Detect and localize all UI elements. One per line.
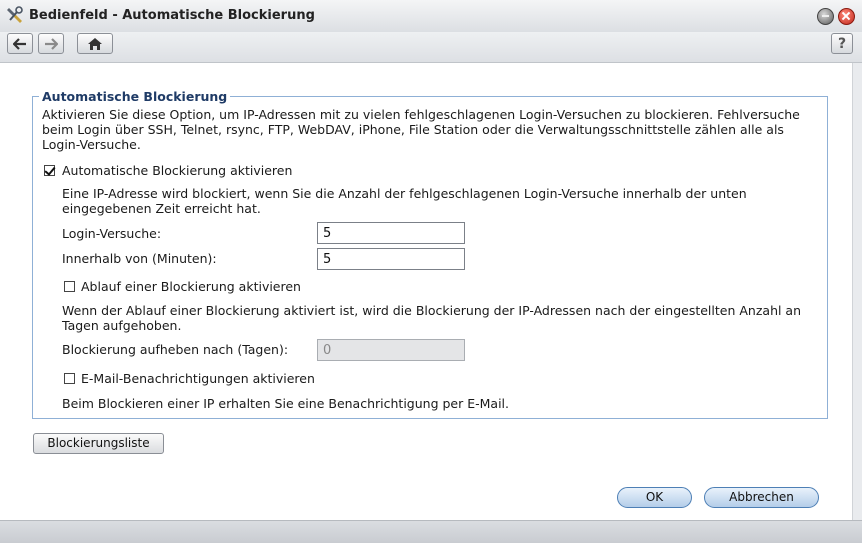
home-button[interactable] <box>77 33 113 54</box>
login-attempts-input[interactable] <box>317 222 465 244</box>
title-bar: Bedienfeld - Automatische Blockierung <box>0 0 862 33</box>
email-notify-checkbox[interactable] <box>64 373 75 384</box>
window-title: Bedienfeld - Automatische Blockierung <box>29 8 315 23</box>
cancel-button[interactable]: Abbrechen <box>704 487 819 508</box>
ok-button[interactable]: OK <box>617 487 692 508</box>
help-icon: ? <box>837 36 847 52</box>
home-icon <box>88 37 102 50</box>
enable-auto-block-checkbox[interactable] <box>44 165 55 176</box>
block-info-text: Eine IP-Adresse wird blockiert, wenn Sie… <box>62 186 747 216</box>
toolbar: ? <box>0 32 862 63</box>
expiry-info-text: Wenn der Ablauf einer Blockierung aktivi… <box>62 303 802 333</box>
control-panel-icon <box>6 6 24 24</box>
email-info-text: Beim Blockieren einer IP erhalten Sie ei… <box>62 396 509 411</box>
unblock-days-input[interactable] <box>317 339 465 361</box>
expiry-checkbox[interactable] <box>64 281 75 292</box>
enable-auto-block-label[interactable]: Automatische Blockierung aktivieren <box>62 163 292 178</box>
group-description: Aktivieren Sie diese Option, um IP-Adres… <box>42 107 800 152</box>
help-button[interactable]: ? <box>831 33 853 54</box>
arrow-left-icon <box>13 37 26 50</box>
dialog-window: Bedienfeld - Automatische Blockierung ? … <box>0 0 862 543</box>
blocklist-button[interactable]: Blockierungsliste <box>33 433 164 454</box>
unblock-days-label: Blockierung aufheben nach (Tagen): <box>62 342 289 357</box>
expiry-label[interactable]: Ablauf einer Blockierung aktivieren <box>81 279 301 294</box>
forward-button[interactable] <box>38 33 64 54</box>
within-minutes-label: Innerhalb von (Minuten): <box>62 251 217 266</box>
back-button[interactable] <box>7 33 33 54</box>
email-notify-label[interactable]: E-Mail-Benachrichtigungen aktivieren <box>81 371 315 386</box>
right-edge-strip <box>852 63 862 520</box>
minimize-icon[interactable] <box>817 8 834 25</box>
login-attempts-label: Login-Versuche: <box>62 226 162 241</box>
group-legend: Automatische Blockierung <box>42 89 228 104</box>
arrow-right-icon <box>45 37 58 50</box>
bottom-bar <box>0 520 862 543</box>
within-minutes-input[interactable] <box>317 248 465 270</box>
content-panel: Automatische Blockierung Aktivieren Sie … <box>0 63 852 520</box>
close-icon[interactable] <box>838 8 855 25</box>
